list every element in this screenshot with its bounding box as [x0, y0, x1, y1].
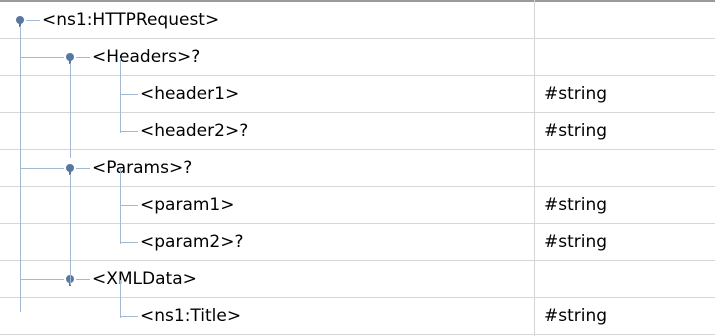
tree-node-type: #string — [544, 306, 608, 326]
tree-node-label: <Params>? — [92, 158, 193, 178]
tree-guide-line-headers-children — [120, 58, 121, 133]
tree-guide-line-level0 — [20, 26, 21, 312]
tree-node-type: #string — [544, 121, 608, 141]
tree-node-type: #string — [544, 232, 608, 252]
tree-guide-line-headers — [70, 63, 71, 158]
tree-row-xmldata[interactable]: <XMLData> — [0, 261, 715, 298]
tree-node-label: <ns1:HTTPRequest> — [42, 10, 220, 30]
tree-guide-line — [20, 57, 64, 58]
tree-guide-line-params — [70, 174, 71, 285]
tree-row-ns1-title[interactable]: <ns1:Title> #string — [0, 298, 715, 335]
tree-node-label: <header2>? — [140, 121, 249, 141]
tree-node-label: <header1> — [140, 84, 240, 104]
tree-guide-line — [76, 57, 90, 58]
tree-node-label: <param1> — [140, 195, 235, 215]
tree-guide-line — [20, 279, 64, 280]
tree-node-label: <Headers>? — [92, 47, 201, 67]
tree-guide-line — [76, 279, 90, 280]
tree-row-headers[interactable]: <Headers>? — [0, 39, 715, 76]
tree-row-param2[interactable]: <param2>? #string — [0, 224, 715, 261]
tree-node-label: <XMLData> — [92, 269, 197, 289]
tree-guide-line-params-children — [120, 169, 121, 244]
tree-guide-line — [120, 131, 138, 132]
tree-row-header1[interactable]: <header1> #string — [0, 76, 715, 113]
tree-guide-line — [120, 316, 138, 317]
tree-guide-line — [76, 168, 90, 169]
tree-row-params[interactable]: <Params>? — [0, 150, 715, 187]
tree-row-param1[interactable]: <param1> #string — [0, 187, 715, 224]
tree-node-type: #string — [544, 84, 608, 104]
tree-row-header2[interactable]: <header2>? #string — [0, 113, 715, 150]
tree-row-ns1-httprequest[interactable]: <ns1:HTTPRequest> — [0, 2, 715, 39]
tree-guide-line-xmldata-children — [120, 280, 121, 318]
tree-guide-line — [20, 168, 64, 169]
tree-node-type: #string — [544, 195, 608, 215]
tree-guide-line — [120, 242, 138, 243]
tree-guide-line — [26, 20, 40, 21]
tree-node-label: <param2>? — [140, 232, 244, 252]
tree-guide-line — [120, 205, 138, 206]
tree-guide-line — [120, 94, 138, 95]
xml-tree-table: <ns1:HTTPRequest> <Headers>? <header1> #… — [0, 0, 715, 336]
tree-node-label: <ns1:Title> — [140, 306, 242, 326]
